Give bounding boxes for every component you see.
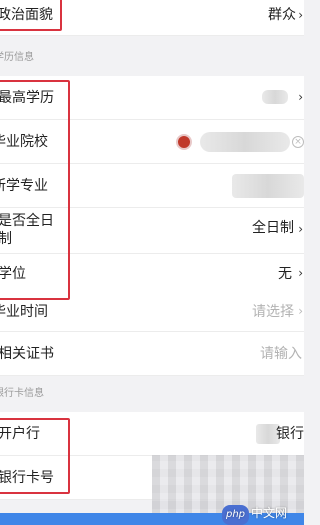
bank-value-suffix: 银行 — [276, 426, 304, 442]
chevron-right-icon: › — [298, 90, 303, 104]
graduation-time-label: 毕业时间 — [0, 304, 48, 320]
section-header-education: 学历信息 — [0, 40, 298, 76]
highest-education-row[interactable]: 最高学历 › — [0, 76, 304, 120]
political-status-value: 群众 — [268, 7, 296, 23]
graduated-school-row[interactable]: 毕业院校 × — [0, 120, 304, 164]
graduated-school-value-redacted — [200, 132, 290, 152]
major-value-redacted — [232, 174, 304, 198]
major-row[interactable]: 所学专业 — [0, 164, 304, 208]
chevron-right-icon: › — [298, 222, 303, 236]
political-status-row[interactable]: 政治面貌 群众 › — [0, 0, 304, 36]
graduation-time-row[interactable]: 毕业时间 请选择 › — [0, 290, 304, 332]
highest-education-value-redacted — [262, 90, 288, 104]
bank-label: 开户行 — [0, 426, 40, 442]
political-status-label: 政治面貌 — [0, 7, 53, 23]
php-logo-icon: php — [222, 505, 250, 525]
school-logo-icon — [176, 134, 192, 150]
watermark-text: 中文网 — [251, 506, 288, 520]
certificates-input-placeholder[interactable]: 请输入 — [260, 332, 302, 376]
full-time-label-line2: 制 — [0, 231, 12, 247]
chevron-right-icon: › — [298, 266, 303, 280]
highest-education-label: 最高学历 — [0, 90, 54, 106]
card-number-label: 银行卡号 — [0, 470, 54, 486]
certificates-row[interactable]: 相关证书 请输入 — [0, 332, 304, 376]
graduation-time-placeholder: 请选择 — [252, 304, 294, 320]
chevron-right-icon: › — [298, 8, 303, 22]
full-time-label-line1: 是否全日 — [0, 213, 54, 229]
chevron-right-icon: › — [298, 304, 303, 318]
bank-row[interactable]: 开户行 银行 — [0, 412, 304, 456]
section-header-bank: 银行卡信息 — [0, 376, 298, 412]
clear-icon[interactable]: × — [292, 136, 304, 148]
full-time-value: 全日制 — [252, 220, 294, 236]
graduated-school-label: 毕业院校 — [0, 134, 48, 150]
full-time-label: 是否全日 制 — [0, 212, 54, 248]
certificates-label: 相关证书 — [0, 346, 54, 362]
major-label: 所学专业 — [0, 178, 48, 194]
full-time-row[interactable]: 是否全日 制 全日制 › — [0, 208, 304, 254]
watermark: php 中文网 — [222, 503, 288, 525]
